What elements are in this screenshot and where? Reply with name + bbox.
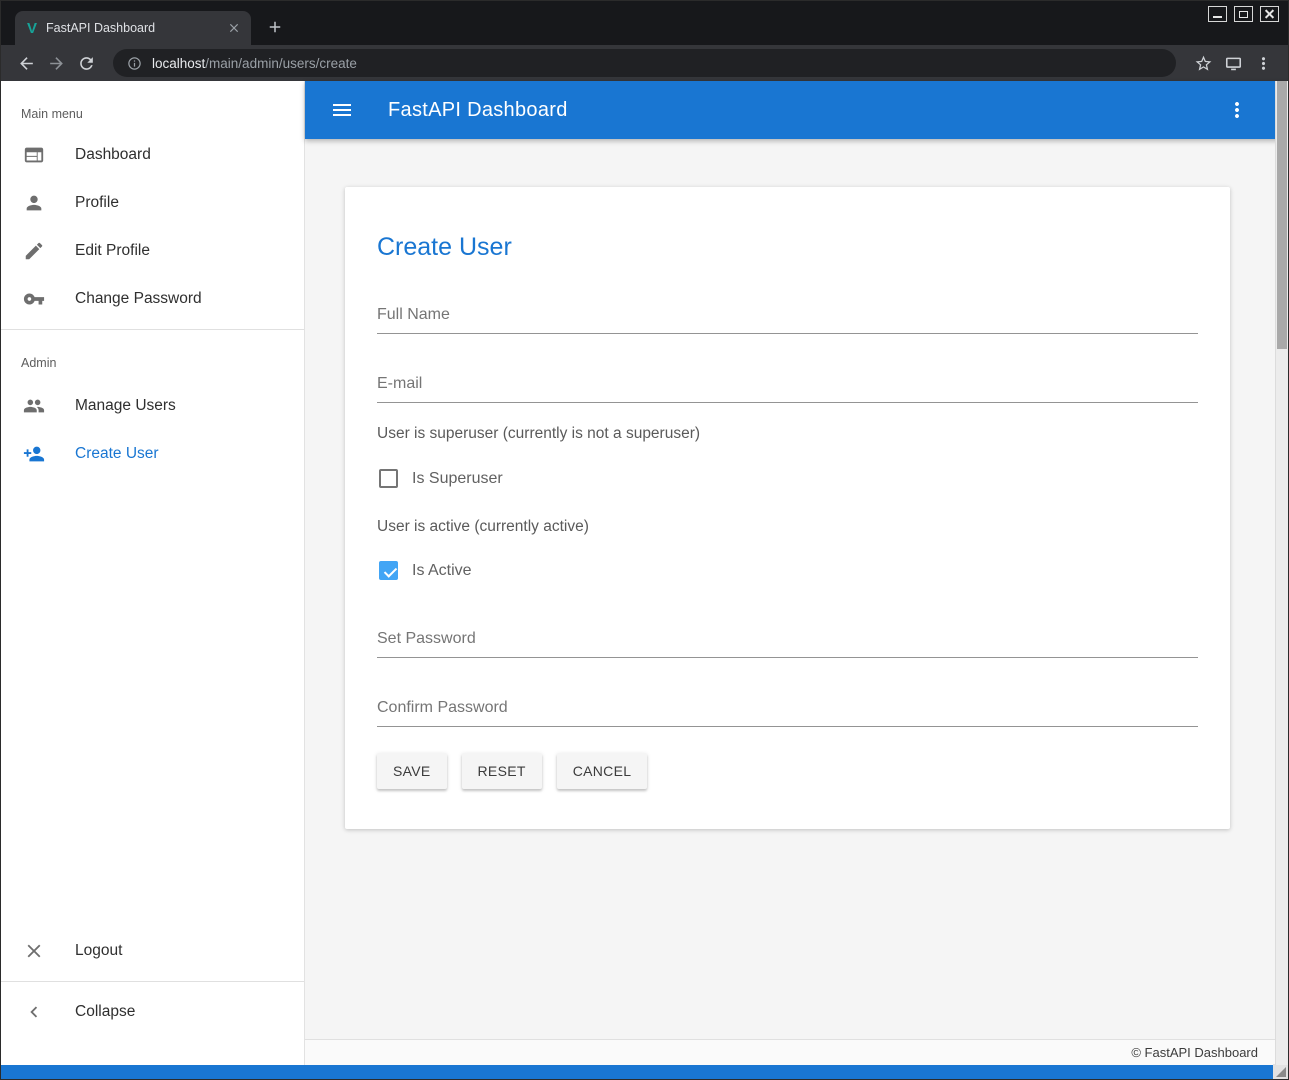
sidebar-item-collapse[interactable]: Collapse (1, 988, 304, 1036)
superuser-checkbox-label: Is Superuser (412, 470, 503, 488)
create-user-card: Create User User is superuser (currently… (345, 187, 1230, 829)
sidebar-item-logout[interactable]: Logout (1, 927, 304, 975)
sidebar: Main menu Dashboard Profile Edit Profile… (1, 81, 305, 1065)
active-checkbox[interactable] (379, 561, 398, 580)
browser-titlebar: V FastAPI Dashboard (1, 1, 1288, 45)
tab-close-icon[interactable] (225, 19, 243, 37)
bottom-accent-bar (1, 1065, 1288, 1079)
sidebar-item-label: Edit Profile (75, 242, 150, 260)
key-icon (23, 288, 45, 310)
monitor-icon[interactable] (1218, 48, 1248, 78)
superuser-hint: User is superuser (currently is not a su… (377, 425, 1198, 443)
cancel-button[interactable]: CANCEL (557, 753, 648, 789)
back-icon[interactable] (11, 48, 41, 78)
sidebar-item-create-user[interactable]: Create User (1, 430, 304, 478)
sidebar-item-label: Collapse (75, 1003, 135, 1021)
sidebar-item-label: Dashboard (75, 146, 151, 164)
sidebar-item-profile[interactable]: Profile (1, 179, 304, 227)
new-tab-button[interactable] (261, 13, 289, 41)
superuser-checkbox[interactable] (379, 469, 398, 488)
confirm-password-input[interactable] (377, 699, 1198, 727)
people-icon (23, 395, 45, 417)
sidebar-item-label: Manage Users (75, 397, 176, 415)
browser-menu-icon[interactable] (1248, 48, 1278, 78)
sidebar-divider (1, 981, 304, 982)
sidebar-item-label: Create User (75, 445, 159, 463)
sidebar-item-label: Logout (75, 942, 122, 960)
window-controls (1208, 6, 1279, 22)
appbar: FastAPI Dashboard (305, 81, 1288, 139)
active-checkbox-label: Is Active (412, 562, 472, 580)
active-checkbox-row[interactable]: Is Active (377, 561, 1198, 580)
browser-tab[interactable]: V FastAPI Dashboard (15, 11, 251, 45)
refresh-icon[interactable] (71, 48, 101, 78)
full-name-input[interactable] (377, 306, 1198, 334)
browser-window: V FastAPI Dashboard localhost/main/admi (0, 0, 1289, 1080)
minimize-button[interactable] (1208, 6, 1227, 22)
reset-button[interactable]: RESET (462, 753, 542, 789)
url-path: /main/admin/users/create (205, 56, 357, 71)
save-button[interactable]: SAVE (377, 753, 447, 789)
active-hint: User is active (currently active) (377, 518, 1198, 536)
page-footer: © FastAPI Dashboard (305, 1039, 1288, 1065)
forward-icon[interactable] (41, 48, 71, 78)
page-content: Create User User is superuser (currently… (305, 139, 1288, 1039)
email-input[interactable] (377, 375, 1198, 403)
url-text: localhost/main/admin/users/create (152, 56, 357, 71)
set-password-input[interactable] (377, 630, 1198, 658)
bookmark-star-icon[interactable] (1188, 48, 1218, 78)
person-add-icon (23, 443, 45, 465)
form-buttons: SAVE RESET CANCEL (377, 753, 1198, 789)
maximize-button[interactable] (1234, 6, 1253, 22)
appbar-menu-icon[interactable] (1224, 97, 1250, 123)
page-title: Create User (377, 233, 1198, 262)
url-bar[interactable]: localhost/main/admin/users/create (113, 49, 1176, 77)
scrollbar[interactable] (1275, 81, 1288, 1065)
appbar-title: FastAPI Dashboard (388, 99, 568, 122)
person-icon (23, 192, 45, 214)
sidebar-section-admin: Admin (1, 336, 304, 382)
sidebar-section-main-menu: Main menu (1, 81, 304, 131)
sidebar-item-label: Change Password (75, 290, 202, 308)
main-area: FastAPI Dashboard Create User User is su… (305, 81, 1288, 1065)
dashboard-icon (23, 144, 45, 166)
pencil-icon (23, 240, 45, 262)
sidebar-item-label: Profile (75, 194, 119, 212)
superuser-checkbox-row[interactable]: Is Superuser (377, 469, 1198, 488)
scrollbar-thumb[interactable] (1277, 81, 1287, 349)
browser-navbar: localhost/main/admin/users/create (1, 45, 1288, 81)
close-icon (23, 940, 45, 962)
resize-grip[interactable] (1273, 1064, 1288, 1079)
sidebar-item-edit-profile[interactable]: Edit Profile (1, 227, 304, 275)
tab-title: FastAPI Dashboard (46, 21, 225, 35)
chevron-left-icon (23, 1001, 45, 1023)
sidebar-item-change-password[interactable]: Change Password (1, 275, 304, 323)
close-window-button[interactable] (1260, 6, 1279, 22)
app-body: Main menu Dashboard Profile Edit Profile… (1, 81, 1288, 1065)
sidebar-item-manage-users[interactable]: Manage Users (1, 382, 304, 430)
sidebar-item-dashboard[interactable]: Dashboard (1, 131, 304, 179)
hamburger-menu-icon[interactable] (329, 97, 355, 123)
plus-icon (266, 18, 284, 36)
copyright-text: © FastAPI Dashboard (1131, 1045, 1258, 1060)
v-logo-icon: V (27, 20, 37, 37)
sidebar-divider (1, 329, 304, 330)
sidebar-spacer (1, 478, 304, 927)
site-info-icon[interactable] (127, 56, 142, 71)
url-host: localhost (152, 56, 205, 71)
